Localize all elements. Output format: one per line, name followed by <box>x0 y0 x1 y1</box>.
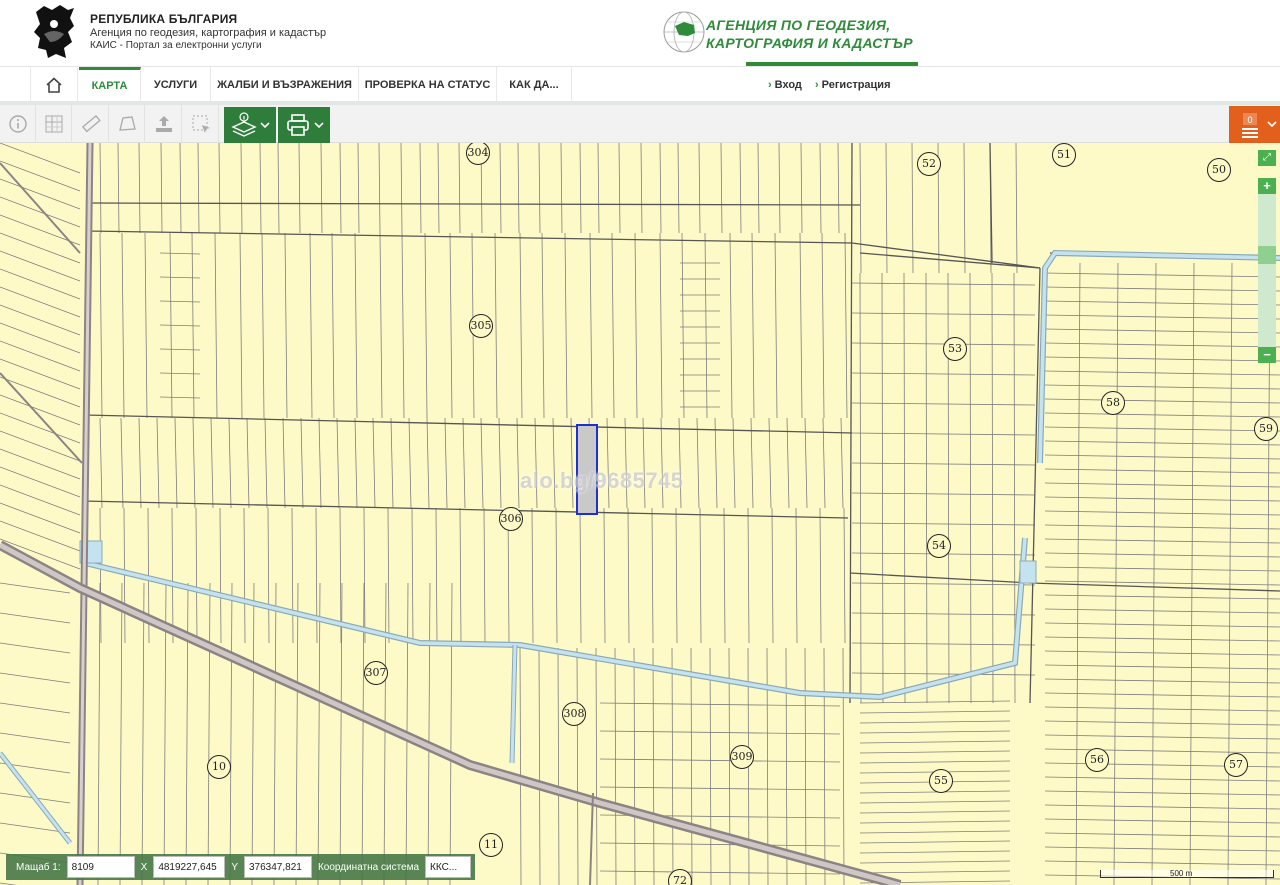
parcel-number-label: 305 <box>469 314 493 338</box>
portal-name: КАИС - Портал за електронни услуги <box>90 40 262 51</box>
parcel-number-label: 54 <box>927 534 951 558</box>
parcel-number-label: 51 <box>1052 143 1076 167</box>
measure-grid-icon <box>45 115 62 133</box>
agency-name: Агенция по геодезия, картография и кадас… <box>90 27 327 39</box>
watermark: alo.bg/9685745 <box>520 468 684 493</box>
parcel-number-label: 53 <box>943 337 967 361</box>
tab-complaints[interactable]: ЖАЛБИ И ВЪЗРАЖЕНИЯ <box>211 67 359 103</box>
select-area-button[interactable] <box>183 105 219 143</box>
scale-bar-label: 500 m <box>1170 869 1193 878</box>
chevron-right-icon: › <box>768 79 772 91</box>
parcel-number-label: 55 <box>929 769 953 793</box>
zoom-slider[interactable]: + − <box>1258 178 1276 363</box>
parcel-number-label: 50 <box>1207 158 1231 182</box>
basket-button[interactable]: 0 <box>1229 106 1280 143</box>
coordinate-statusbar: Мащаб 1: 8109 X 4819227,645 Y 376347,821… <box>6 854 476 880</box>
measure-grid-button[interactable] <box>36 105 72 143</box>
info-icon <box>8 115 27 133</box>
tab-how-to[interactable]: КАК ДА... <box>497 67 572 103</box>
fullscreen-button[interactable]: ⤢ <box>1258 150 1276 166</box>
zoom-in-button[interactable]: + <box>1258 178 1276 194</box>
site-header: РЕПУБЛИКА БЪЛГАРИЯ Агенция по геодезия, … <box>0 0 1280 66</box>
basket-icon: 0 <box>1241 112 1277 138</box>
polygon-button[interactable] <box>109 105 145 143</box>
agency-brand-logo[interactable]: АГЕНЦИЯ ПО ГЕОДЕЗИЯ, КАРТОГРАФИЯ И КАДАС… <box>660 8 918 66</box>
main-nav: КАРТА УСЛУГИ ЖАЛБИ И ВЪЗРАЖЕНИЯ ПРОВЕРКА… <box>0 66 1280 103</box>
parcel-number-label: 306 <box>499 507 523 531</box>
brand-line-2: КАРТОГРАФИЯ И КАДАСТЪР <box>706 35 913 51</box>
cadastral-map[interactable]: 304 52 51 50 305 53 58 59 306 54 307 308 309 10 55 56 57… <box>0 143 1280 885</box>
country-name: РЕПУБЛИКА БЪЛГАРИЯ <box>90 12 238 26</box>
login-link[interactable]: › Вход <box>768 67 802 103</box>
brand-line-1: АГЕНЦИЯ ПО ГЕОДЕЗИЯ, <box>706 17 891 33</box>
parcel-number-label: 308 <box>562 702 586 726</box>
print-button[interactable] <box>278 107 330 143</box>
ruler-button[interactable] <box>73 105 109 143</box>
parcel-number-label: 58 <box>1101 391 1125 415</box>
parcel-number-label: 57 <box>1224 753 1248 777</box>
map-toolbar <box>0 105 1280 143</box>
layers-button[interactable] <box>224 107 276 143</box>
block-boundaries <box>81 143 1280 704</box>
home-button[interactable] <box>30 67 78 103</box>
tab-services[interactable]: УСЛУГИ <box>141 67 211 103</box>
bulgaria-coat-of-arms-logo[interactable] <box>30 4 80 60</box>
ruler-icon <box>81 115 101 133</box>
parcel-number-label: 11 <box>479 833 503 857</box>
y-label: Y <box>231 861 238 873</box>
zoom-handle[interactable] <box>1258 246 1276 264</box>
scale-label: Мащаб 1: <box>16 861 61 873</box>
home-icon <box>46 77 62 93</box>
info-tool-button[interactable] <box>0 105 36 143</box>
tab-map[interactable]: КАРТА <box>79 67 141 103</box>
parcel-number-label: 307 <box>364 661 388 685</box>
register-label: Регистрация <box>821 79 891 91</box>
agency-title-block: РЕПУБЛИКА БЪЛГАРИЯ Агенция по геодезия, … <box>90 12 326 51</box>
x-coordinate-field: 4819227,645 <box>153 856 226 878</box>
map-canvas[interactable] <box>0 143 1280 885</box>
crs-select[interactable]: ККС... <box>425 856 472 878</box>
crs-label: Координатна система <box>317 861 420 873</box>
x-label: X <box>140 861 148 873</box>
globe-icon <box>663 11 705 53</box>
parcel-number-label: 10 <box>207 755 231 779</box>
login-label: Вход <box>774 79 802 91</box>
y-coordinate-field: 376347,821 <box>243 856 312 878</box>
tab-status-check[interactable]: ПРОВЕРКА НА СТАТУС <box>359 67 497 103</box>
basket-count: 0 <box>1247 115 1252 125</box>
upload-button[interactable] <box>146 105 182 143</box>
layers-icon <box>231 112 270 137</box>
print-icon <box>287 114 324 136</box>
zoom-out-button[interactable]: − <box>1258 347 1276 363</box>
register-link[interactable]: › Регистрация <box>815 67 890 103</box>
parcel-number-label: 56 <box>1085 748 1109 772</box>
upload-icon <box>155 116 172 132</box>
chevron-right-icon: › <box>815 79 819 91</box>
scale-input[interactable]: 8109 <box>66 856 135 878</box>
select-area-icon <box>192 115 210 133</box>
parcel-number-label: 52 <box>917 152 941 176</box>
parcel-number-label: 59 <box>1254 417 1278 441</box>
polygon-icon <box>118 116 136 131</box>
parcel-number-label: 309 <box>730 745 754 769</box>
